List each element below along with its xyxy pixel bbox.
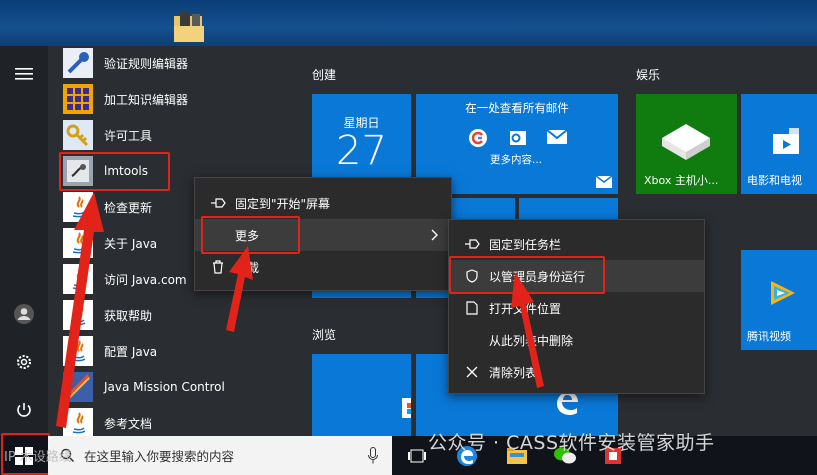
annotation-arrows [56, 192, 544, 428]
microphone-icon[interactable] [368, 447, 378, 464]
taskbar-search-box[interactable]: 在这里输入你要搜索的内容 [48, 436, 392, 475]
search-placeholder: 在这里输入你要搜索的内容 [84, 449, 235, 464]
watermark-small: IP 木设路线 [4, 450, 72, 465]
watermark-text: 公众号 · CASS软件安装管家助手 [428, 432, 715, 454]
arrow-up-to-run-as-admin [511, 272, 544, 388]
arrow-up-to-more [226, 246, 253, 332]
arrow-up-to-lmtools [56, 192, 104, 428]
